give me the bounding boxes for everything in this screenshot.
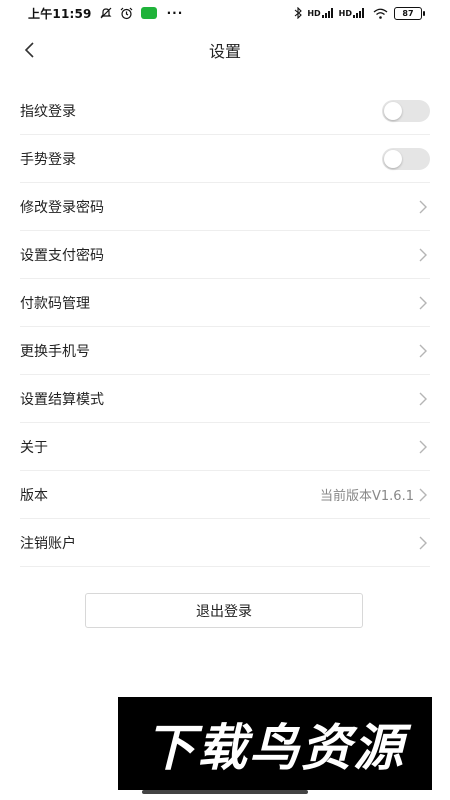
hd-network-label-1: HD — [307, 8, 321, 18]
chevron-right-icon — [419, 488, 427, 501]
chevron-right-icon — [419, 200, 427, 213]
row-right — [416, 248, 430, 262]
settings-row-cancel-account[interactable]: 注销账户 — [20, 519, 430, 567]
row-label: 手势登录 — [20, 151, 76, 168]
chevron-right-icon — [419, 248, 427, 261]
status-right: HD HD 87 — [286, 0, 425, 26]
status-time: 上午11:59 — [28, 6, 92, 21]
hd-network-label-2: HD — [338, 8, 352, 18]
row-right — [416, 344, 430, 358]
settings-row-payment-code-management[interactable]: 付款码管理 — [20, 279, 430, 327]
row-right — [416, 536, 430, 550]
alarm-clock-icon — [120, 7, 133, 20]
row-label: 关于 — [20, 439, 48, 456]
row-label: 指纹登录 — [20, 103, 76, 120]
status-left: 上午11:59 ··· — [28, 5, 183, 22]
chevron-right-icon — [419, 344, 427, 357]
row-label: 修改登录密码 — [20, 199, 104, 216]
row-label: 版本 — [20, 487, 48, 504]
signal-icon-1 — [321, 8, 334, 18]
row-right — [416, 296, 430, 310]
settings-list: 指纹登录 手势登录 修改登录密码 设置支付密码 付款码管理 更换手机号 设置结算… — [20, 87, 430, 567]
watermark-text: 下载鸟资源 — [145, 718, 405, 777]
status-bar: 上午11:59 ··· HD HD 87 — [0, 0, 450, 26]
watermark-logo: 下载鸟资源 — [118, 697, 432, 790]
back-arrow-icon — [24, 42, 34, 58]
row-label: 注销账户 — [20, 535, 76, 552]
settings-row-settlement-mode[interactable]: 设置结算模式 — [20, 375, 430, 423]
settings-row-about[interactable]: 关于 — [20, 423, 430, 471]
row-right — [416, 392, 430, 406]
settings-row-version[interactable]: 版本 当前版本V1.6.1 — [20, 471, 430, 519]
settings-row-change-phone-number[interactable]: 更换手机号 — [20, 327, 430, 375]
battery-icon: 87 — [394, 6, 425, 20]
signal-icon-2 — [353, 8, 365, 18]
settings-row-gesture-login: 手势登录 — [20, 135, 430, 183]
page-title: 设置 — [208, 42, 241, 61]
fingerprint-login-toggle[interactable] — [382, 99, 430, 122]
logout-button[interactable]: 退出登录 — [85, 593, 363, 628]
wifi-icon — [373, 8, 388, 19]
more-notifications-icon: ··· — [166, 6, 184, 20]
settings-row-change-login-password[interactable]: 修改登录密码 — [20, 183, 430, 231]
bell-off-icon — [100, 7, 112, 19]
gesture-login-toggle[interactable] — [382, 147, 430, 170]
row-label: 付款码管理 — [20, 295, 90, 312]
chevron-right-icon — [419, 536, 427, 549]
back-button[interactable] — [16, 36, 44, 64]
row-label: 更换手机号 — [20, 343, 90, 360]
toggle-knob — [384, 101, 402, 120]
toggle-knob — [384, 149, 402, 168]
row-label: 设置支付密码 — [20, 247, 104, 264]
settings-row-fingerprint-login: 指纹登录 — [20, 87, 430, 135]
wechat-icon — [140, 7, 157, 19]
row-right — [416, 200, 430, 214]
version-value: 当前版本V1.6.1 — [320, 489, 414, 504]
settings-row-set-payment-password[interactable]: 设置支付密码 — [20, 231, 430, 279]
bluetooth-icon — [294, 7, 303, 19]
row-right — [416, 440, 430, 454]
row-label: 设置结算模式 — [20, 391, 104, 408]
chevron-right-icon — [419, 296, 427, 309]
row-right: 当前版本V1.6.1 — [320, 485, 430, 504]
home-indicator[interactable] — [142, 790, 308, 794]
nav-bar: 设置 — [0, 26, 450, 74]
chevron-right-icon — [419, 440, 427, 453]
chevron-right-icon — [419, 392, 427, 405]
